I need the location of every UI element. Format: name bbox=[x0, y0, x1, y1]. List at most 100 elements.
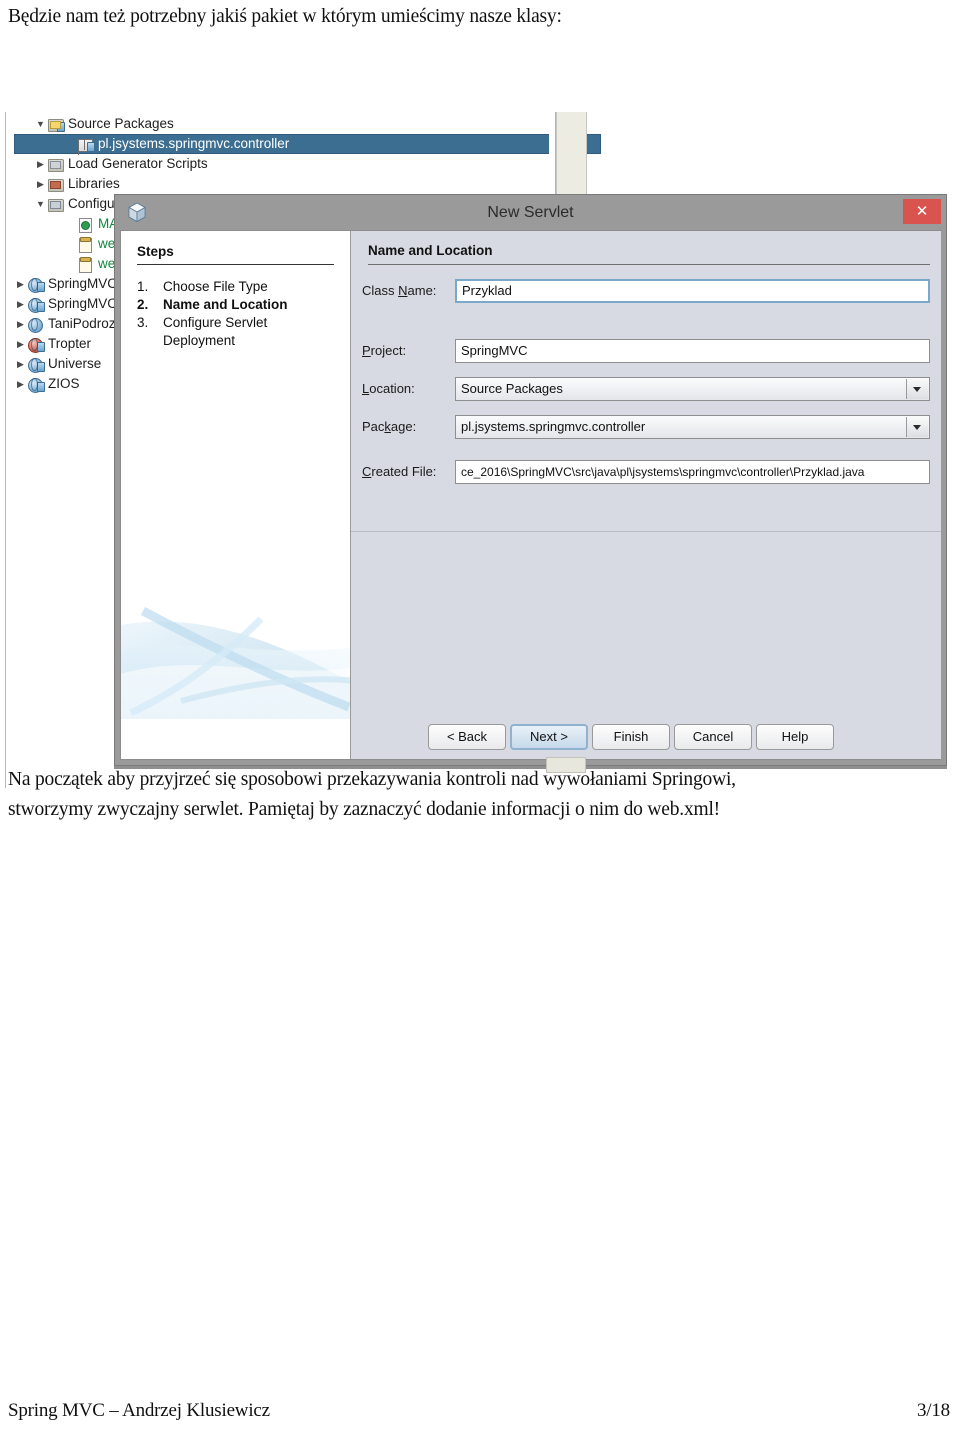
expand-arrow-icon[interactable]: ▶ bbox=[14, 314, 27, 334]
folder-gen-icon bbox=[47, 157, 64, 172]
step-item: 2. Name and Location bbox=[137, 296, 342, 314]
step-item: 3. Configure Servlet bbox=[137, 314, 342, 332]
tree-item[interactable]: ▶ Tropter bbox=[14, 334, 91, 354]
tree-item[interactable]: ▶ ZIOS bbox=[14, 374, 80, 394]
project-globe-icon bbox=[27, 297, 45, 313]
xml-file-icon bbox=[77, 236, 94, 253]
tree-item[interactable]: ▶ Universe bbox=[14, 354, 101, 374]
tree-item[interactable]: ▼ Source Packages bbox=[34, 114, 174, 134]
finish-button[interactable]: Finish bbox=[592, 724, 670, 750]
version-control-badge-icon bbox=[87, 141, 95, 152]
close-icon[interactable]: ✕ bbox=[903, 199, 941, 224]
tree-item-label: Universe bbox=[48, 356, 102, 371]
project-input[interactable]: SpringMVC bbox=[455, 339, 930, 363]
netbeans-swoosh-graphic bbox=[121, 589, 350, 719]
version-control-badge-icon bbox=[37, 281, 45, 292]
version-control-badge-icon bbox=[57, 121, 65, 132]
steps-divider bbox=[137, 264, 334, 265]
project-label: Project: bbox=[362, 343, 407, 358]
project-globe-icon bbox=[27, 317, 44, 333]
tree-item-label: Load Generator Scripts bbox=[68, 156, 208, 171]
embedded-screenshot: ▼ Source Packages pl.jsystems.springmvc.co… bbox=[0, 55, 960, 788]
package-label: Package: bbox=[362, 419, 417, 434]
step-label: Choose File Type bbox=[163, 279, 268, 294]
footer-title: Spring MVC – Andrzej Klusiewicz bbox=[8, 1400, 270, 1421]
step-item: 1. Choose File Type bbox=[137, 278, 342, 296]
xml-file-icon bbox=[77, 256, 94, 273]
location-select[interactable]: Source Packages bbox=[455, 377, 930, 401]
tree-item-label: Libraries bbox=[68, 176, 120, 191]
body-paragraph-line-2: stworzymy zwyczajny serwlet. Pamiętaj by… bbox=[8, 799, 720, 820]
class-name-field-row: Class Name: Przyklad bbox=[351, 279, 941, 305]
manifest-file-icon bbox=[77, 217, 94, 233]
version-control-badge-icon bbox=[37, 361, 45, 372]
folder-src-icon bbox=[47, 117, 65, 132]
dialog-titlebar[interactable]: New Servlet ✕ bbox=[115, 195, 946, 230]
expand-arrow-icon[interactable]: ▶ bbox=[14, 274, 27, 294]
collapse-arrow-icon[interactable]: ▼ bbox=[34, 114, 47, 134]
created-file-input[interactable]: ce_2016\SpringMVC\src\java\pl\jsystems\s… bbox=[455, 460, 930, 484]
expand-arrow-icon[interactable]: ▶ bbox=[34, 174, 47, 194]
tree-item-label: ZIOS bbox=[48, 376, 80, 391]
steps-heading: Steps bbox=[137, 244, 174, 259]
collapse-arrow-icon[interactable]: ▼ bbox=[34, 194, 47, 214]
dialog-button-bar: < Back Next > Finish Cancel Help bbox=[351, 718, 941, 759]
chevron-down-icon[interactable] bbox=[906, 379, 928, 399]
section-divider bbox=[368, 264, 930, 265]
help-button[interactable]: Help bbox=[756, 724, 834, 750]
tree-item[interactable]: ▶ SpringMVC bbox=[14, 274, 117, 294]
project-globe-icon bbox=[27, 277, 45, 293]
steps-list: 1. Choose File Type 2. Name and Location 3. C… bbox=[137, 278, 342, 350]
tree-scroll-gap bbox=[549, 112, 556, 197]
tree-vertical-scrollbar[interactable] bbox=[556, 112, 587, 197]
tree-item[interactable]: ▶ SpringMVC2 bbox=[14, 294, 125, 314]
step-label-continuation: Deployment bbox=[163, 333, 236, 348]
package-icon bbox=[77, 137, 95, 152]
step-label: Name and Location bbox=[163, 297, 288, 312]
folder-lib-icon bbox=[47, 177, 64, 192]
location-field-row: Location: Source Packages bbox=[351, 377, 941, 403]
step-number: 3. bbox=[137, 315, 149, 330]
tree-item-label: SpringMVC2 bbox=[48, 296, 125, 311]
version-control-badge-icon bbox=[37, 381, 45, 392]
tree-item[interactable]: ▶ Libraries bbox=[34, 174, 120, 194]
folder-cfg-icon bbox=[47, 197, 64, 212]
chevron-down-icon[interactable] bbox=[906, 417, 928, 437]
steps-pane: Steps 1. Choose File Type 2. Name and Locat… bbox=[121, 231, 351, 759]
version-control-badge-icon bbox=[37, 301, 45, 312]
created-file-field-row: Created File: ce_2016\SpringMVC\src\java\… bbox=[351, 460, 941, 486]
expand-arrow-icon[interactable]: ▶ bbox=[14, 374, 27, 394]
package-select[interactable]: pl.jsystems.springmvc.controller bbox=[455, 415, 930, 439]
button-bar-divider bbox=[351, 531, 941, 532]
expand-arrow-icon[interactable]: ▶ bbox=[14, 334, 27, 354]
tree-item-label: pl.jsystems.springmvc.controller bbox=[98, 136, 290, 151]
cancel-button[interactable]: Cancel bbox=[674, 724, 752, 750]
step-number: 2. bbox=[137, 297, 149, 312]
tree-item[interactable]: pl.jsystems.springmvc.controller bbox=[14, 134, 601, 154]
intro-paragraph: Będzie nam też potrzebny jakiś pakiet w … bbox=[8, 6, 562, 27]
package-field-row: Package: pl.jsystems.springmvc.controller bbox=[351, 415, 941, 441]
tree-item-label: SpringMVC bbox=[48, 276, 118, 291]
body-paragraph-line-1: Na początek aby przyjrzeć się sposobowi … bbox=[8, 769, 736, 790]
created-file-label: Created File: bbox=[362, 464, 437, 479]
step-number: 1. bbox=[137, 279, 149, 294]
class-name-input[interactable]: Przyklad bbox=[455, 279, 930, 303]
next-button[interactable]: Next > bbox=[510, 724, 588, 750]
project-globe-red-icon bbox=[27, 337, 45, 353]
class-name-label: Class Name: bbox=[362, 283, 437, 298]
page-number: 3/18 bbox=[917, 1400, 950, 1421]
name-and-location-pane: Name and Location Class Name: Przyklad Pro… bbox=[351, 231, 941, 759]
project-globe-icon bbox=[27, 357, 45, 373]
expand-arrow-icon[interactable]: ▶ bbox=[14, 294, 27, 314]
project-globe-icon bbox=[27, 377, 45, 393]
tree-item-label: Tropter bbox=[48, 336, 92, 351]
dialog-body: Steps 1. Choose File Type 2. Name and Locat… bbox=[120, 230, 941, 760]
tree-item-label: Source Packages bbox=[68, 116, 174, 131]
dialog-title: New Servlet bbox=[487, 204, 574, 221]
version-control-badge-icon bbox=[37, 341, 45, 352]
expand-arrow-icon[interactable]: ▶ bbox=[34, 154, 47, 174]
back-button[interactable]: < Back bbox=[428, 724, 506, 750]
tree-item[interactable]: ▶ Load Generator Scripts bbox=[34, 154, 208, 174]
expand-arrow-icon[interactable]: ▶ bbox=[14, 354, 27, 374]
new-servlet-dialog: New Servlet ✕ Steps 1. Choose File Type 2.… bbox=[114, 194, 947, 766]
